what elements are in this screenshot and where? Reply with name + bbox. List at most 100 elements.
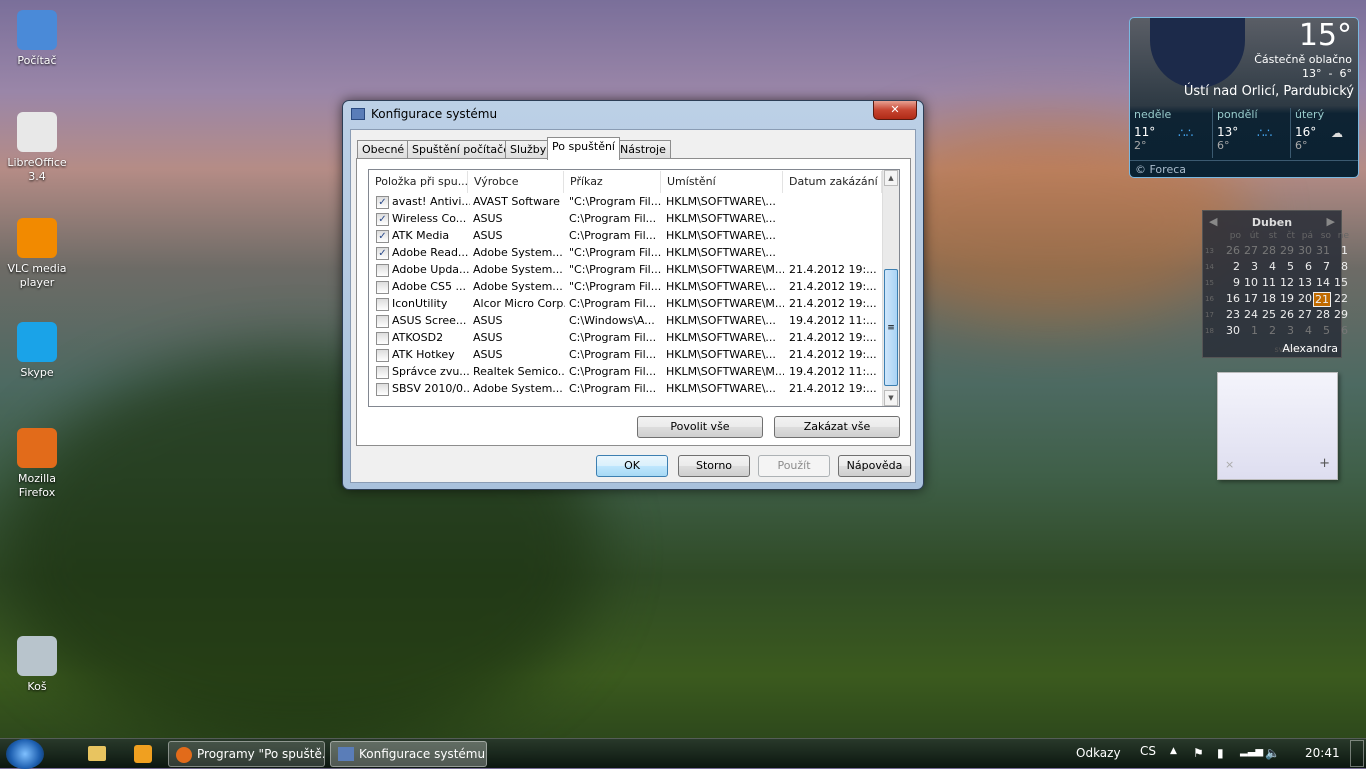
enable-checkbox[interactable] <box>376 281 389 294</box>
clock[interactable]: 20:41 <box>1305 746 1340 760</box>
table-row[interactable]: Adobe Upda... Adobe System... "C:\Program … <box>369 262 883 279</box>
desktop-icon[interactable]: Koš <box>2 636 72 694</box>
tab[interactable]: Služby <box>505 140 552 159</box>
calendar-day[interactable]: 3 <box>1277 324 1295 339</box>
desktop-icon[interactable]: VLC media player <box>2 218 72 290</box>
calendar-day[interactable]: 2 <box>1259 324 1277 339</box>
calendar-day[interactable]: 16 <box>1223 292 1241 307</box>
enable-all-button[interactable]: Povolit vše <box>637 416 763 438</box>
table-row[interactable]: ATKOSD2 ASUS C:\Program Fil... HKLM\SOFTWAR… <box>369 330 883 347</box>
taskbar-button-msconfig[interactable]: Konfigurace systému <box>330 741 487 767</box>
enable-checkbox[interactable]: ✓ <box>376 230 389 243</box>
calendar-day[interactable]: 5 <box>1313 324 1331 339</box>
table-row[interactable]: ATK Hotkey ASUS C:\Program Fil... HKLM\SOFT… <box>369 347 883 364</box>
volume-icon[interactable]: 🔈 <box>1265 746 1280 760</box>
calendar-day[interactable]: 28 <box>1313 308 1331 323</box>
calendar-day[interactable]: 20 <box>1295 292 1313 307</box>
calendar-day[interactable]: 23 <box>1223 308 1241 323</box>
calendar-day[interactable]: 19 <box>1277 292 1295 307</box>
calendar-day[interactable]: 31 <box>1313 244 1331 259</box>
enable-checkbox[interactable] <box>376 264 389 277</box>
enable-checkbox[interactable] <box>376 383 389 396</box>
language-indicator[interactable]: CS <box>1140 744 1156 758</box>
calendar-day[interactable]: 29 <box>1277 244 1295 259</box>
calendar-day[interactable]: 9 <box>1223 276 1241 291</box>
show-hidden-icons[interactable]: ▲ <box>1170 746 1177 756</box>
calendar-day[interactable]: 25 <box>1259 308 1277 323</box>
desktop-icon[interactable]: LibreOffice 3.4 <box>2 112 72 184</box>
sticky-note-gadget[interactable]: × + <box>1217 372 1338 480</box>
calendar-today[interactable]: 21 <box>1313 292 1331 307</box>
table-row[interactable]: ✓ Adobe Read... Adobe System... "C:\Program… <box>369 245 883 262</box>
calendar-day[interactable]: 6 <box>1295 260 1313 275</box>
taskbar-button-programs[interactable]: Programy "Po spuště... <box>168 741 325 767</box>
ok-button[interactable]: OK <box>596 455 668 477</box>
table-row[interactable]: ✓ ATK Media ASUS C:\Program Fil... HKLM\SOFT… <box>369 228 883 245</box>
help-button[interactable]: Nápověda <box>838 455 911 477</box>
calendar-day[interactable]: 30 <box>1295 244 1313 259</box>
enable-checkbox[interactable]: ✓ <box>376 247 389 260</box>
column-header[interactable]: Položka při spu... <box>369 171 468 193</box>
desktop-icon[interactable]: Mozilla Firefox <box>2 428 72 500</box>
calendar-day[interactable]: 27 <box>1241 244 1259 259</box>
calendar-day[interactable]: 1 <box>1241 324 1259 339</box>
table-row[interactable]: IconUtility Alcor Micro Corp. C:\Program F… <box>369 296 883 313</box>
next-month-icon[interactable]: ▶ <box>1327 215 1335 228</box>
tab[interactable]: Po spuštění <box>547 137 620 160</box>
calendar-day[interactable]: 17 <box>1241 292 1259 307</box>
tab[interactable]: Nástroje <box>615 140 671 159</box>
calendar-day[interactable]: 11 <box>1259 276 1277 291</box>
show-desktop-button[interactable] <box>1350 740 1364 767</box>
calendar-day[interactable]: 10 <box>1241 276 1259 291</box>
calendar-day[interactable]: 14 <box>1313 276 1331 291</box>
apply-button[interactable]: Použít <box>758 455 830 477</box>
enable-checkbox[interactable] <box>376 349 389 362</box>
calendar-day[interactable]: 22 <box>1331 292 1349 307</box>
column-header[interactable]: Příkaz <box>564 171 661 193</box>
calendar-day[interactable]: 13 <box>1295 276 1313 291</box>
tab[interactable]: Obecné <box>357 140 410 159</box>
foreca-credit[interactable]: © Foreca <box>1130 160 1358 178</box>
calendar-day[interactable]: 8 <box>1331 260 1349 275</box>
network-signal-icon[interactable]: ▂▃▅ <box>1240 746 1263 757</box>
table-row[interactable]: ✓ Wireless Co... ASUS C:\Program Fil... HKLM… <box>369 211 883 228</box>
disable-all-button[interactable]: Zakázat vše <box>774 416 900 438</box>
action-center-flag-icon[interactable]: ⚑ <box>1193 746 1204 760</box>
calendar-day[interactable]: 4 <box>1295 324 1313 339</box>
desktop-icon[interactable]: Počítač <box>2 10 72 68</box>
close-button[interactable]: ✕ <box>873 101 917 120</box>
desktop-icon[interactable]: Skype <box>2 322 72 380</box>
column-header[interactable]: Výrobce <box>468 171 564 193</box>
calendar-day[interactable]: 2 <box>1223 260 1241 275</box>
calendar-day[interactable]: 4 <box>1259 260 1277 275</box>
explorer-icon[interactable] <box>88 746 106 761</box>
calendar-day[interactable]: 26 <box>1223 244 1241 259</box>
calendar-day[interactable]: 24 <box>1241 308 1259 323</box>
table-row[interactable]: ✓ avast! Antivi... AVAST Software "C:\Progr… <box>369 194 883 211</box>
power-icon[interactable]: ▮ <box>1217 746 1224 760</box>
calendar-day[interactable]: 6 <box>1331 324 1349 339</box>
enable-checkbox[interactable] <box>376 366 389 379</box>
calendar-day[interactable]: 15 <box>1331 276 1349 291</box>
weather-gadget[interactable]: 15° Částečně oblačno 13° - 6° Ústí nad O… <box>1129 17 1359 178</box>
table-row[interactable]: ASUS Scree... ASUS C:\Windows\A... HKLM\SOF… <box>369 313 883 330</box>
enable-checkbox[interactable] <box>376 298 389 311</box>
sticky-close-icon[interactable]: × <box>1225 458 1234 471</box>
vertical-scrollbar[interactable]: ▲ ≡ ▼ <box>882 170 899 406</box>
tab[interactable]: Spuštění počítače <box>407 140 515 159</box>
calendar-day[interactable]: 29 <box>1331 308 1349 323</box>
calendar-day[interactable]: 26 <box>1277 308 1295 323</box>
enable-checkbox[interactable] <box>376 332 389 345</box>
calendar-day[interactable]: 18 <box>1259 292 1277 307</box>
calendar-day[interactable]: 28 <box>1259 244 1277 259</box>
scroll-thumb[interactable]: ≡ <box>884 269 898 386</box>
calendar-day[interactable]: 7 <box>1313 260 1331 275</box>
media-player-icon[interactable] <box>134 745 152 763</box>
calendar-day[interactable]: 3 <box>1241 260 1259 275</box>
calendar-day[interactable]: 12 <box>1277 276 1295 291</box>
start-button[interactable] <box>6 739 44 769</box>
cancel-button[interactable]: Storno <box>678 455 750 477</box>
sticky-add-icon[interactable]: + <box>1319 456 1330 471</box>
calendar-day[interactable]: 5 <box>1277 260 1295 275</box>
calendar-gadget[interactable]: ◀ Duben ▶ po út st čt pá so ne 13 26 27 28 29 30 31 1 1… <box>1202 210 1349 358</box>
